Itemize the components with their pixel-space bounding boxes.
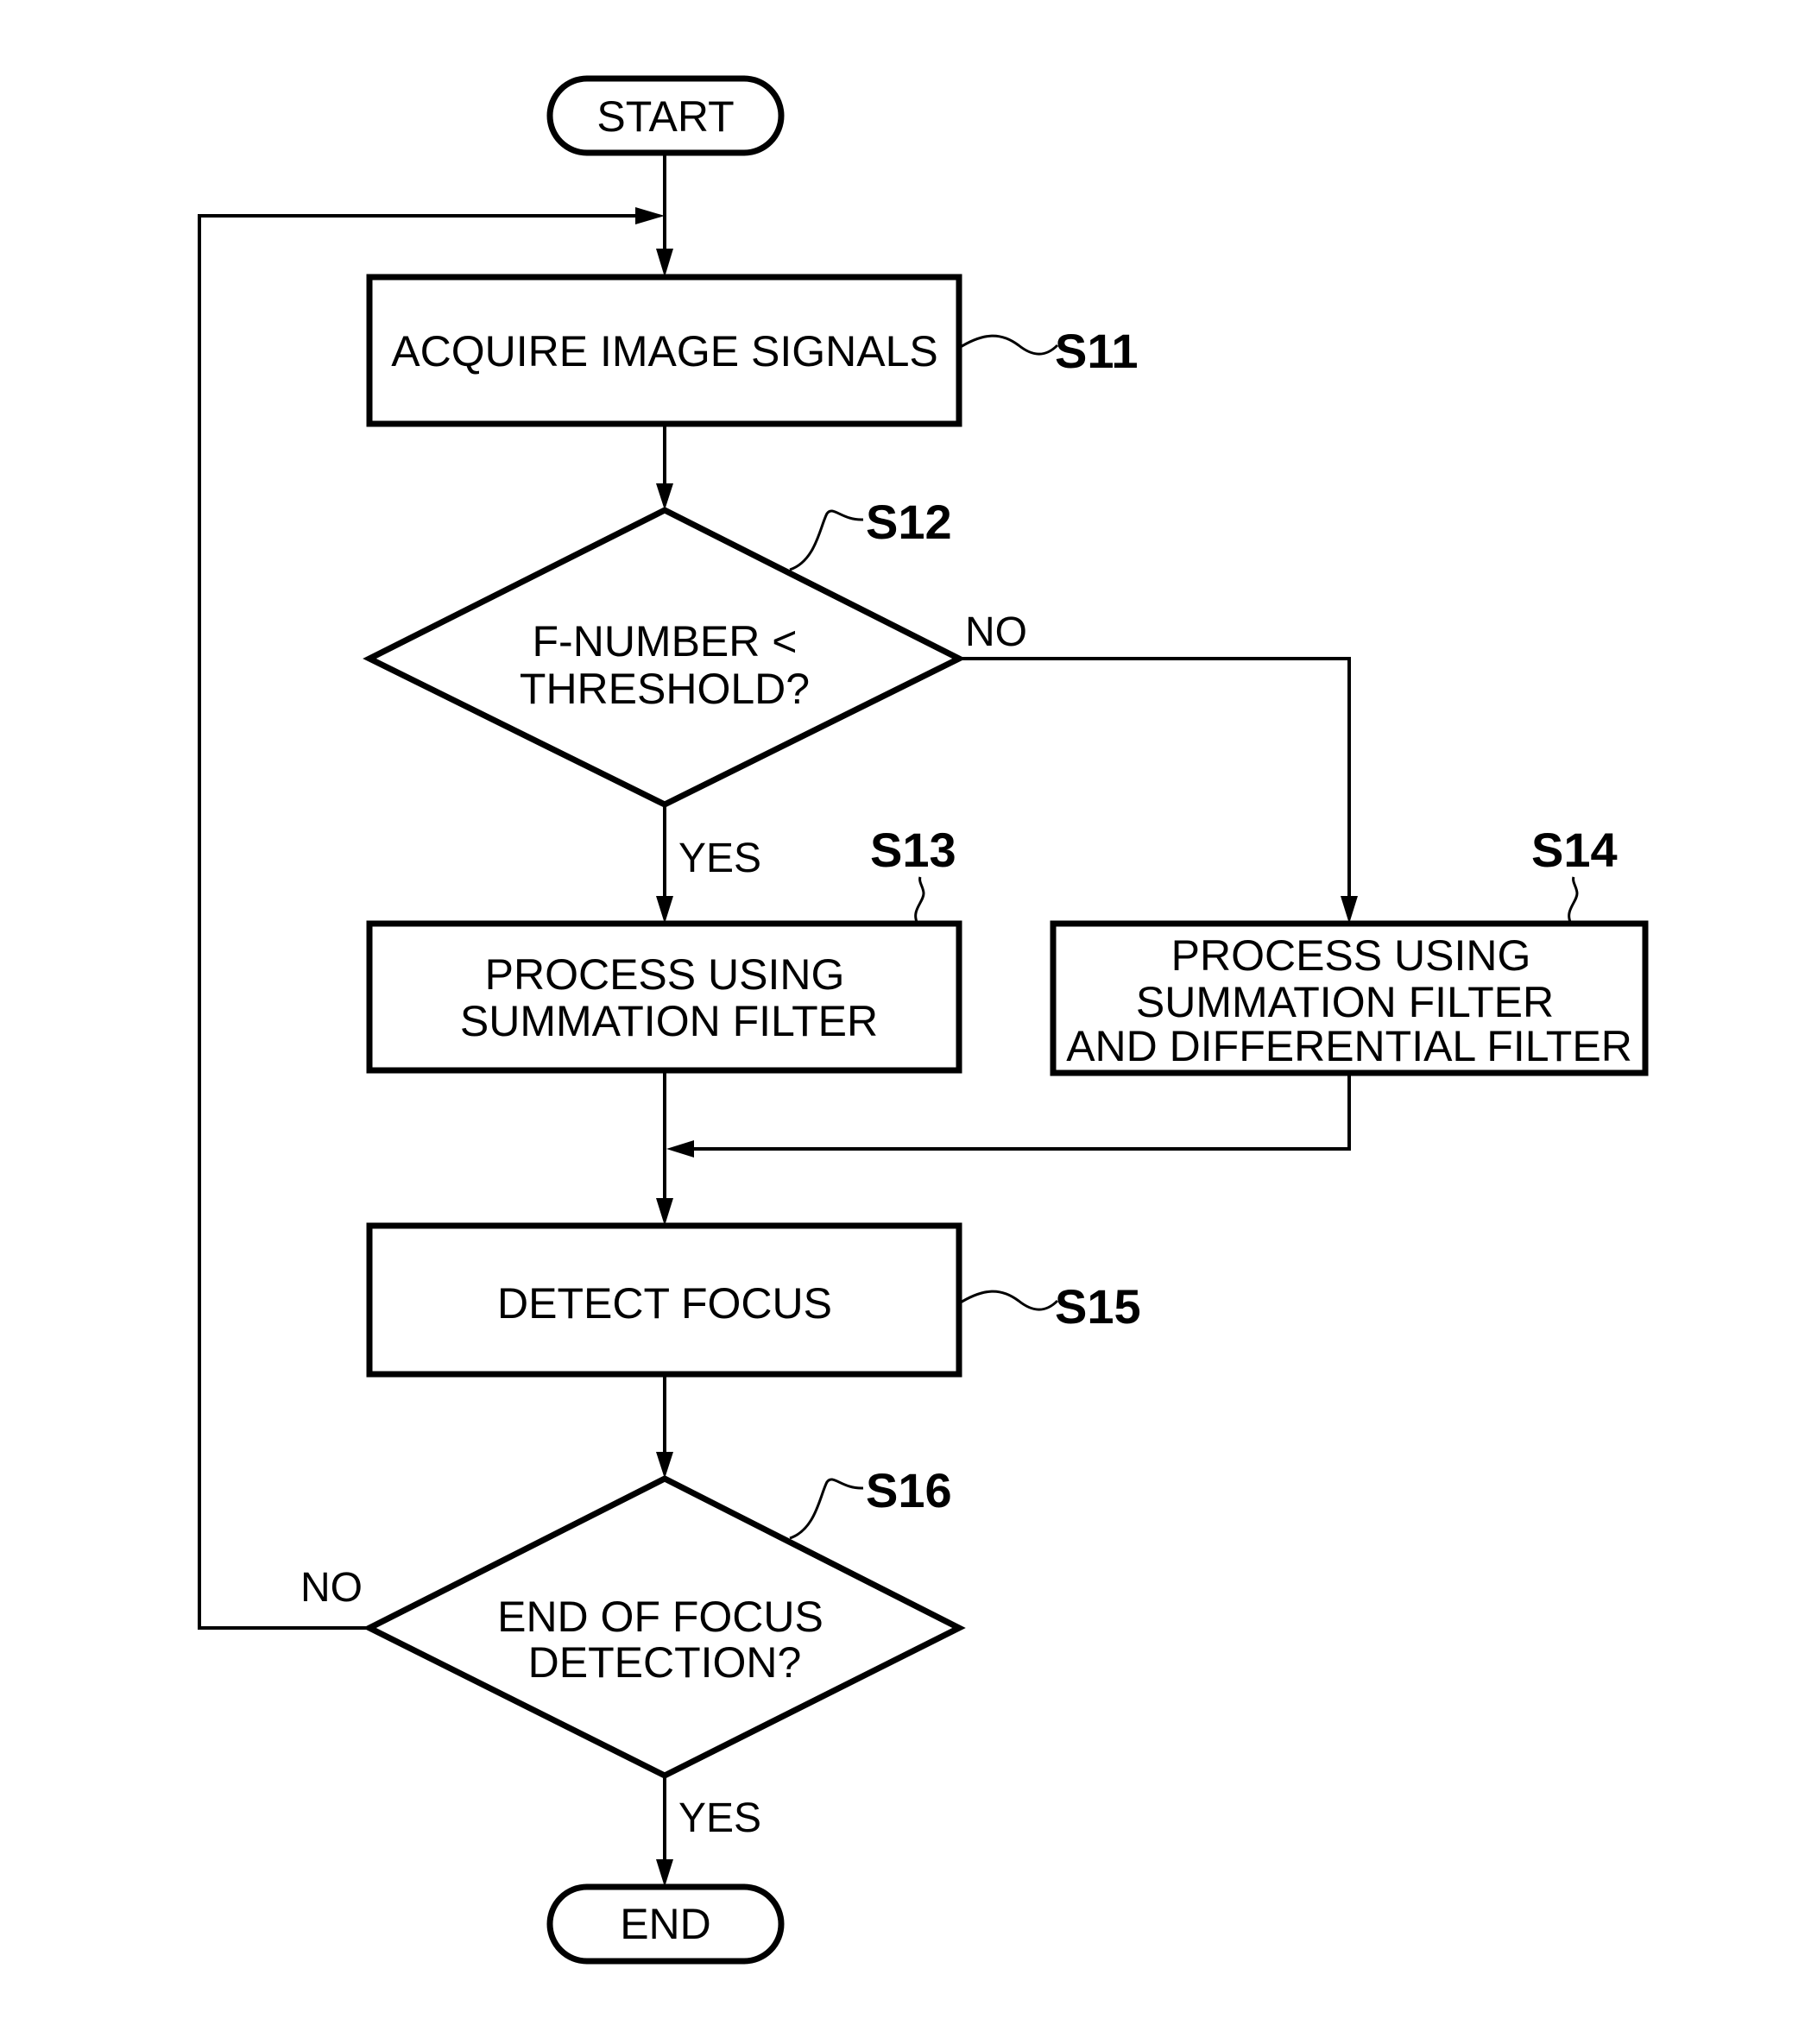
decision-s12-fnumber-threshold: F-NUMBER < THRESHOLD? (363, 507, 966, 808)
s14-text-line-2: SUMMATION FILTER (1136, 978, 1554, 1026)
step-s13-summation-filter: PROCESS USING SUMMATION FILTER (366, 920, 962, 1074)
step-s11-acquire-image-signals: ACQUIRE IMAGE SIGNALS (366, 274, 962, 427)
s14-text-line-1: PROCESS USING (1171, 931, 1531, 980)
s16-text-line-1: END OF FOCUS (497, 1593, 823, 1641)
s16-step-label: S16 (866, 1463, 952, 1517)
s11-leader-squiggle (958, 334, 1059, 356)
arrowhead-into-s15 (656, 1198, 673, 1226)
arrowhead-into-s16 (656, 1452, 673, 1479)
arrowhead-merge (666, 1140, 694, 1158)
s12-text-line-2: THRESHOLD? (520, 665, 810, 713)
s12-leader-squiggle (789, 509, 864, 571)
arrowhead-into-s11 (656, 249, 673, 277)
s13-text-line-2: SUMMATION FILTER (460, 997, 878, 1045)
decision-s16-end-of-focus-detection: END OF FOCUS DETECTION? (363, 1475, 966, 1779)
start-label: START (596, 92, 734, 141)
s11-step-label: S11 (1055, 324, 1139, 378)
s11-text-line-1: ACQUIRE IMAGE SIGNALS (391, 327, 937, 375)
flowchart: START ACQUIRE IMAGE SIGNALS S11 F-NUMBER… (198, 75, 1649, 1965)
s16-yes-label: YES (678, 1795, 761, 1841)
s15-text-line-1: DETECT FOCUS (497, 1279, 832, 1328)
end-label: END (620, 1900, 711, 1948)
s13-text-line-1: PROCESS USING (485, 950, 845, 999)
arrowhead-into-s14 (1341, 896, 1358, 924)
end-terminal: END (546, 1883, 785, 1965)
step-s14-summation-differential-filter: PROCESS USING SUMMATION FILTER AND DIFFE… (1050, 920, 1649, 1076)
connector-s14-to-merge (691, 1073, 1351, 1151)
s14-step-label: S14 (1531, 823, 1618, 877)
start-terminal: START (546, 75, 785, 156)
s16-text-line-2: DETECTION? (528, 1638, 802, 1687)
s12-text-line-1: F-NUMBER < (533, 617, 798, 666)
s16-no-label: NO (300, 1565, 363, 1611)
s14-text-line-3: AND DIFFERENTIAL FILTER (1066, 1022, 1632, 1070)
s12-yes-label: YES (678, 836, 761, 881)
connector-s12-no-to-s14 (959, 657, 1351, 906)
s13-step-label: S13 (870, 823, 956, 877)
s16-leader-squiggle (789, 1478, 864, 1540)
step-s15-detect-focus: DETECT FOCUS (366, 1222, 962, 1378)
s12-no-label: NO (965, 609, 1027, 655)
s15-leader-squiggle (958, 1290, 1059, 1311)
s15-step-label: S15 (1055, 1279, 1141, 1334)
arrowhead-into-end (656, 1859, 673, 1887)
arrowhead-loop-back (635, 207, 665, 224)
arrowhead-into-s12 (656, 483, 673, 510)
s12-step-label: S12 (866, 495, 952, 549)
s13-leader-squiggle (914, 876, 925, 924)
s14-leader-squiggle (1568, 876, 1579, 924)
arrowhead-into-s13 (656, 896, 673, 924)
